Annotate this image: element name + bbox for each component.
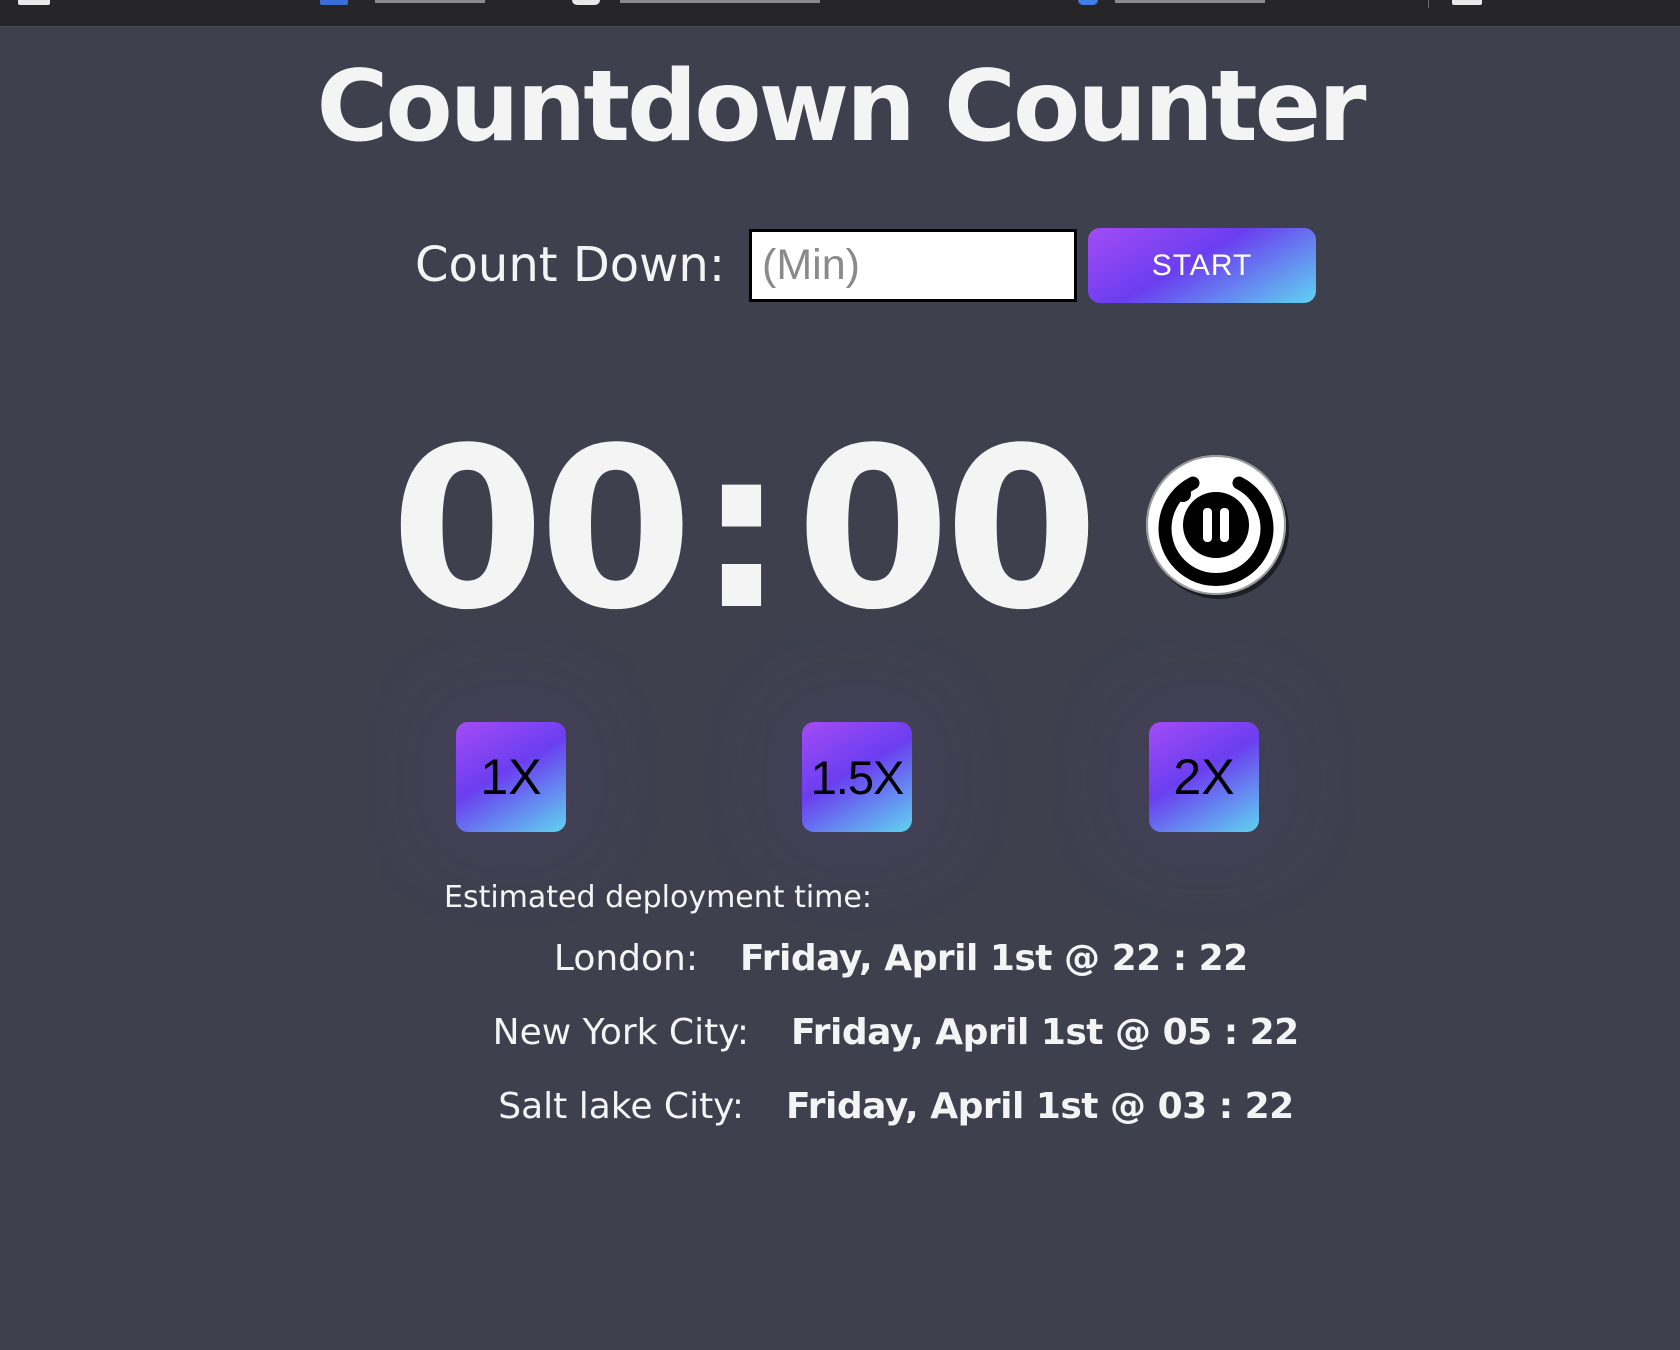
google-icon[interactable]: [1078, 0, 1098, 5]
browser-toolbar: [0, 0, 1680, 27]
deployment-row-london: London: Friday, April 1st @ 22 : 22: [0, 934, 1680, 984]
timer-separator: :: [697, 401, 786, 659]
page-title: Countdown Counter: [316, 50, 1367, 164]
countdown-label: Count Down:: [415, 237, 725, 293]
speed-1-5x-button[interactable]: 1.5X: [802, 722, 912, 832]
pause-icon: [1158, 476, 1274, 587]
github-icon[interactable]: [572, 0, 600, 5]
city-time: Friday, April 1st @ 03 : 22: [786, 1086, 1294, 1127]
pause-button[interactable]: [1146, 455, 1286, 595]
deployment-row-salt-lake-city: Salt lake City: Friday, April 1st @ 03 :…: [0, 1082, 1680, 1132]
bookmark-favicon-icon[interactable]: [320, 0, 348, 5]
toolbar-divider: [1428, 0, 1429, 8]
city-name: London:: [553, 938, 698, 979]
menu-icon[interactable]: [18, 0, 50, 5]
city-time: Friday, April 1st @ 22 : 22: [740, 938, 1248, 979]
minutes-input[interactable]: [749, 229, 1077, 302]
bookmark-item[interactable]: [620, 0, 820, 3]
timer-seconds: 00: [795, 401, 1099, 659]
city-time: Friday, April 1st @ 05 : 22: [791, 1012, 1299, 1053]
speed-1x-button[interactable]: 1X: [456, 722, 566, 832]
timer-minutes: 00: [390, 401, 693, 659]
bookmark-item[interactable]: [1115, 0, 1265, 3]
deployment-label: Estimated deployment time:: [444, 880, 872, 915]
reading-list-icon[interactable]: [1452, 0, 1482, 5]
start-button[interactable]: START: [1088, 228, 1316, 303]
city-name: New York City:: [492, 1012, 749, 1053]
timer-display: 00:00: [375, 400, 1108, 660]
deployment-row-new-york: New York City: Friday, April 1st @ 05 : …: [0, 1008, 1680, 1058]
speed-2x-button[interactable]: 2X: [1149, 722, 1259, 832]
bookmark-item[interactable]: [375, 0, 485, 3]
city-name: Salt lake City:: [498, 1086, 744, 1127]
